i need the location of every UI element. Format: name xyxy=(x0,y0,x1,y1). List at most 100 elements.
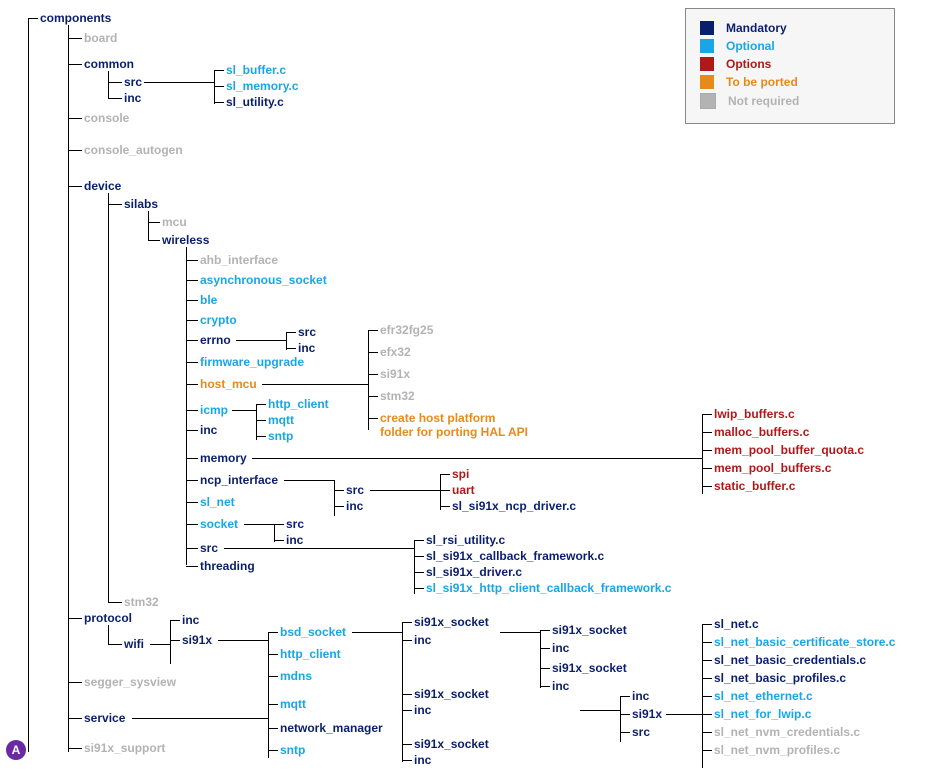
node-proto-si91x: si91x xyxy=(182,633,212,647)
node-ncp-inc: inc xyxy=(346,499,363,513)
node-wireless: wireless xyxy=(162,233,209,247)
node-threading: threading xyxy=(200,559,255,573)
node-silabs: silabs xyxy=(124,197,158,211)
legend-options: Options xyxy=(726,57,771,71)
node-col2a2: si91x_socket xyxy=(552,661,627,675)
node-mqtt-c: mqtt xyxy=(268,413,294,427)
spine-root xyxy=(28,18,29,752)
node-async-socket: asynchronous_socket xyxy=(200,273,327,287)
file-rsi-utility: sl_rsi_utility.c xyxy=(426,533,505,547)
file-si91x-driver: sl_si91x_driver.c xyxy=(426,565,522,579)
file-malloc-buffers: malloc_buffers.c xyxy=(714,425,809,439)
file-sl-net-nvm-prof: sl_net_nvm_profiles.c xyxy=(714,743,840,757)
node-col2b: inc xyxy=(552,641,569,655)
node-wifi: wifi xyxy=(124,637,144,651)
node-components: components xyxy=(40,11,111,25)
swatch-tobeported xyxy=(700,75,714,89)
node-col2a: si91x_socket xyxy=(552,623,627,637)
node-col1b2: inc xyxy=(414,703,431,717)
file-sl-utility: sl_utility.c xyxy=(226,95,284,109)
node-network-manager: network_manager xyxy=(280,721,383,735)
file-sl-net-credentials: sl_net_basic_credentials.c xyxy=(714,653,866,667)
node-protocol: protocol xyxy=(84,611,132,625)
node-segger: segger_sysview xyxy=(84,675,176,689)
note-host1: folder for porting HAL API xyxy=(380,425,528,439)
node-col2b2: inc xyxy=(552,679,569,693)
node-col1a2: si91x_socket xyxy=(414,687,489,701)
legend-mandatory: Mandatory xyxy=(726,21,787,35)
node-icmp: icmp xyxy=(200,403,228,417)
node-mdns: mdns xyxy=(280,669,312,683)
node-efx32: efx32 xyxy=(380,345,411,359)
file-sl-net-profiles: sl_net_basic_profiles.c xyxy=(714,671,846,685)
node-errno-inc: inc xyxy=(298,341,315,355)
file-sl-net: sl_net.c xyxy=(714,617,759,631)
swatch-notrequired xyxy=(700,93,716,109)
node-fw-upgrade: firmware_upgrade xyxy=(200,355,304,369)
node-sl-net-dir: sl_net xyxy=(200,495,235,509)
node-mqtt2: mqtt xyxy=(280,697,306,711)
node-bsd-socket: bsd_socket xyxy=(280,625,346,639)
node-si91x-target: si91x xyxy=(380,367,410,381)
node-http-client: http_client xyxy=(268,397,329,411)
node-errno-src: src xyxy=(298,325,316,339)
file-sl-memory: sl_memory.c xyxy=(226,79,299,93)
node-socket-inc: inc xyxy=(286,533,303,547)
node-sntp2: sntp xyxy=(280,743,305,757)
node-sntp-c: sntp xyxy=(268,429,293,443)
node-ncp-uart: uart xyxy=(452,483,475,497)
swatch-options xyxy=(700,57,714,71)
swatch-optional xyxy=(700,39,714,53)
badge-a: A xyxy=(6,740,26,760)
node-common-inc: inc xyxy=(124,91,141,105)
node-ncp-spi: spi xyxy=(452,467,469,481)
node-ncp-src: src xyxy=(346,483,364,497)
node-memory: memory xyxy=(200,451,247,465)
legend-to-be-ported: To be ported xyxy=(726,75,798,89)
node-socket-src: src xyxy=(286,517,304,531)
node-si91x-support: si91x_support xyxy=(84,741,165,755)
file-sl-buffer: sl_buffer.c xyxy=(226,63,286,77)
node-ncp-driver: sl_si91x_ncp_driver.c xyxy=(452,499,576,513)
node-socket: socket xyxy=(200,517,238,531)
file-sl-net-cert-store: sl_net_basic_certificate_store.c xyxy=(714,635,895,649)
node-col1a: si91x_socket xyxy=(414,615,489,629)
file-sl-net-nvm-cred: sl_net_nvm_credentials.c xyxy=(714,725,860,739)
node-col1b3: inc xyxy=(414,753,431,767)
node-console-autogen: console_autogen xyxy=(84,143,183,157)
node-col3c: src xyxy=(632,725,650,739)
node-common: common xyxy=(84,57,134,71)
file-lwip-buffers: lwip_buffers.c xyxy=(714,407,795,421)
node-ble: ble xyxy=(200,293,217,307)
file-callback-fw: sl_si91x_callback_framework.c xyxy=(426,549,604,563)
node-console: console xyxy=(84,111,129,125)
node-device: device xyxy=(84,179,121,193)
legend-optional: Optional xyxy=(726,39,775,53)
node-stm32: stm32 xyxy=(124,595,159,609)
node-crypto: crypto xyxy=(200,313,237,327)
node-efr32fg25: efr32fg25 xyxy=(380,323,433,337)
node-common-src: src xyxy=(124,75,142,89)
file-mem-pool-quota: mem_pool_buffer_quota.c xyxy=(714,443,864,457)
file-static-buffer: static_buffer.c xyxy=(714,479,795,493)
node-col3a: inc xyxy=(632,689,649,703)
node-errno: errno xyxy=(200,333,231,347)
tree-canvas: Mandatory Optional Options To be ported … xyxy=(0,0,935,780)
node-proto-inc: inc xyxy=(182,613,199,627)
node-mcu: mcu xyxy=(162,215,187,229)
node-board: board xyxy=(84,31,117,45)
node-stm32-target: stm32 xyxy=(380,389,415,403)
legend-not-required: Not required xyxy=(728,94,799,108)
node-col1a3: si91x_socket xyxy=(414,737,489,751)
node-wireless-src: src xyxy=(200,541,218,555)
note-host0: create host platform xyxy=(380,411,495,425)
node-wireless-inc: inc xyxy=(200,423,217,437)
node-ahb: ahb_interface xyxy=(200,253,278,267)
node-col3b: si91x xyxy=(632,707,662,721)
file-sl-net-lwip: sl_net_for_lwip.c xyxy=(714,707,811,721)
node-host-mcu: host_mcu xyxy=(200,377,257,391)
node-col1b: inc xyxy=(414,633,431,647)
file-mem-pool-buffers: mem_pool_buffers.c xyxy=(714,461,831,475)
file-sl-net-ethernet: sl_net_ethernet.c xyxy=(714,689,813,703)
node-service: service xyxy=(84,711,125,725)
